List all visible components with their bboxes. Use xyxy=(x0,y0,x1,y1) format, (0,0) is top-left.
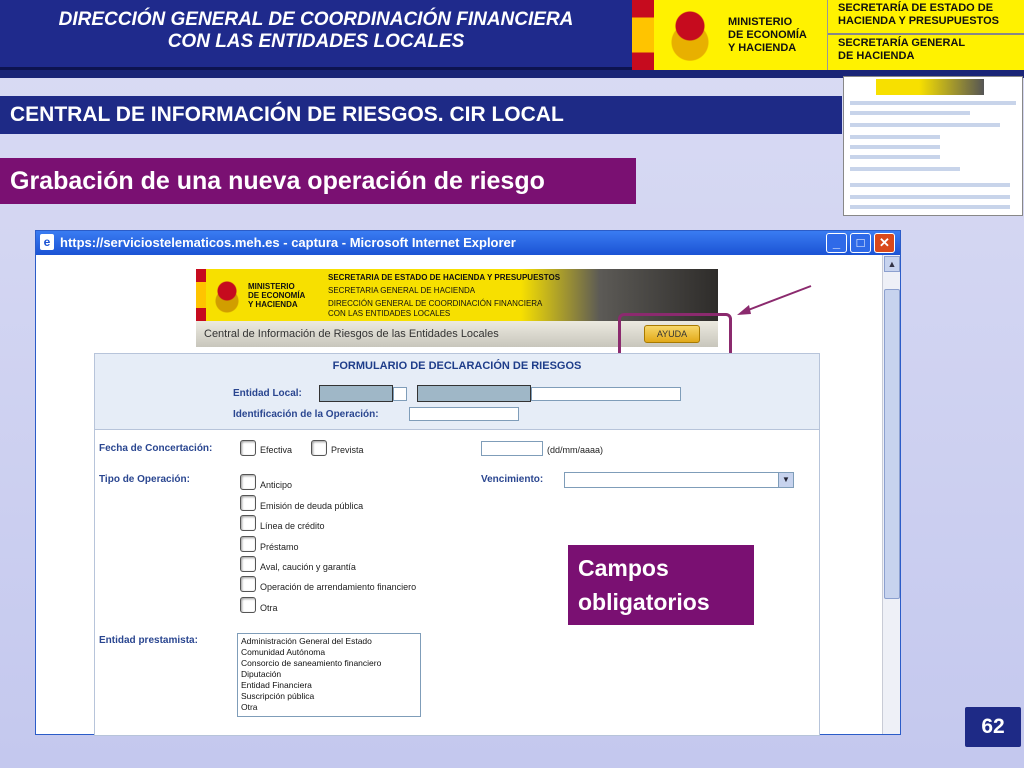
thumbnail-line xyxy=(850,205,1010,209)
vencimiento-label: Vencimiento: xyxy=(481,474,544,485)
form-title: FORMULARIO DE DECLARACIÓN DE RIESGOS xyxy=(332,360,582,372)
entidad-local-name-input[interactable] xyxy=(417,385,531,402)
fecha-input[interactable] xyxy=(481,441,543,456)
secretaria-estado: SECRETARÍA DE ESTADO DE HACIENDA Y PRESU… xyxy=(828,0,1024,35)
subsection-title: Grabación de una nueva operación de ries… xyxy=(10,167,545,195)
tipo-option-label: Préstamo xyxy=(260,542,299,552)
internet-explorer-icon: e xyxy=(40,234,54,250)
fecha-efectiva-radio[interactable] xyxy=(240,440,256,456)
section-title: CENTRAL DE INFORMACIÓN DE RIESGOS. CIR L… xyxy=(10,103,564,126)
callout-line1: Campos xyxy=(578,555,669,581)
browser-titlebar[interactable]: e https://serviciostelematicos.meh.es - … xyxy=(36,231,900,255)
close-button[interactable]: ✕ xyxy=(874,233,895,253)
banner-ministry-logo: MINISTERIO DE ECONOMÍA Y HACIENDA xyxy=(206,269,324,321)
page-number: 62 xyxy=(965,707,1021,747)
tipo-option-label: Otra xyxy=(260,603,278,613)
mandatory-fields-callout: Campos obligatorios xyxy=(568,545,754,625)
tipo-option-label: Emisión de deuda pública xyxy=(260,501,364,511)
entidad-prestamista-label: Entidad prestamista: xyxy=(99,635,198,646)
form-thumbnail xyxy=(843,76,1023,216)
banner-flag-stripe xyxy=(196,269,206,321)
entidad-local-code-input[interactable] xyxy=(319,385,393,402)
thumbnail-line xyxy=(850,145,940,149)
scrollbar-thumb[interactable] xyxy=(884,289,900,599)
thumbnail-line xyxy=(850,123,1000,127)
tipo-anticipo-checkbox[interactable] xyxy=(240,474,256,490)
thumbnail-banner xyxy=(876,79,984,95)
vertical-scrollbar[interactable]: ▲ xyxy=(882,255,900,734)
listbox-option[interactable]: Otra xyxy=(238,702,420,713)
listbox-option[interactable]: Comunidad Autónoma xyxy=(238,647,420,658)
callout-line2: obligatorios xyxy=(578,589,710,615)
banner-coat-of-arms-icon xyxy=(212,275,242,315)
tipo-operacion-label: Tipo de Operación: xyxy=(99,474,190,485)
header-title-line2: CON LAS ENTIDADES LOCALES xyxy=(167,31,465,52)
entidad-prestamista-listbox[interactable]: Administración General del Estado Comuni… xyxy=(237,633,421,717)
thumbnail-line xyxy=(850,155,940,159)
fecha-efectiva-label: Efectiva xyxy=(260,445,293,455)
ministry-logo: MINISTERIO DE ECONOMÍA Y HACIENDA xyxy=(654,0,828,70)
banner-subtitle: Central de Información de Riesgos de las… xyxy=(204,328,499,340)
minimize-button[interactable]: _ xyxy=(826,233,847,253)
tipo-aval-checkbox[interactable] xyxy=(240,556,256,572)
header-title-line1: DIRECCIÓN GENERAL DE COORDINACIÓN FINANC… xyxy=(58,9,574,30)
fecha-prevista-label: Prevista xyxy=(331,445,364,455)
scroll-up-icon[interactable]: ▲ xyxy=(884,256,900,272)
thumbnail-line xyxy=(850,195,1010,199)
pointer-arrow-icon xyxy=(737,285,812,315)
thumbnail-line xyxy=(850,101,1016,105)
listbox-option[interactable]: Entidad Financiera xyxy=(238,680,420,691)
tipo-arrendamiento-checkbox[interactable] xyxy=(240,576,256,592)
entidad-local-extra-input[interactable] xyxy=(531,387,681,401)
tipo-option-label: Anticipo xyxy=(260,480,293,490)
listbox-option[interactable]: Diputación xyxy=(238,669,420,680)
header-title-block: DIRECCIÓN GENERAL DE COORDINACIÓN FINANC… xyxy=(0,0,632,70)
tipo-option-label: Aval, caución y garantía xyxy=(260,562,356,572)
tipo-option-label: Operación de arrendamiento financiero xyxy=(260,582,417,592)
coat-of-arms-icon xyxy=(662,5,718,65)
tipo-prestamo-checkbox[interactable] xyxy=(240,536,256,552)
fecha-label: Fecha de Concertación: xyxy=(99,443,213,454)
listbox-option[interactable]: Administración General del Estado xyxy=(238,636,420,647)
entidad-local-check-input[interactable] xyxy=(393,387,407,401)
fecha-format-hint: (dd/mm/aaaa) xyxy=(547,445,604,455)
thumbnail-line xyxy=(850,167,960,171)
tipo-otra-checkbox[interactable] xyxy=(240,597,256,613)
tipo-deuda-checkbox[interactable] xyxy=(240,495,256,511)
chevron-down-icon[interactable]: ▼ xyxy=(778,473,793,487)
tipo-linea-checkbox[interactable] xyxy=(240,515,256,531)
identificacion-input[interactable] xyxy=(409,407,519,421)
thumbnail-line xyxy=(850,183,1010,187)
section-title-bar: CENTRAL DE INFORMACIÓN DE RIESGOS. CIR L… xyxy=(0,96,842,134)
entidad-local-label: Entidad Local: xyxy=(233,388,302,399)
listbox-option[interactable]: Suscripción pública xyxy=(238,691,420,702)
secretarias-block: SECRETARÍA DE ESTADO DE HACIENDA Y PRESU… xyxy=(828,0,1024,70)
browser-window-title: https://serviciostelematicos.meh.es - ca… xyxy=(60,235,516,250)
ministry-name: MINISTERIO DE ECONOMÍA Y HACIENDA xyxy=(728,15,807,54)
thumbnail-line xyxy=(850,111,970,115)
identificacion-label: Identificación de la Operación: xyxy=(233,409,379,420)
spain-flag-stripe xyxy=(632,0,654,70)
listbox-option[interactable]: Consorcio de saneamiento financiero xyxy=(238,658,420,669)
subsection-title-bar: Grabación de una nueva operación de ries… xyxy=(0,158,636,204)
fecha-prevista-radio[interactable] xyxy=(311,440,327,456)
vencimiento-select[interactable]: ▼ xyxy=(564,472,794,488)
tipo-option-label: Línea de crédito xyxy=(260,521,325,531)
maximize-button[interactable]: □ xyxy=(850,233,871,253)
secretaria-general: SECRETARÍA GENERAL DE HACIENDA xyxy=(838,37,966,62)
thumbnail-line xyxy=(850,135,940,139)
